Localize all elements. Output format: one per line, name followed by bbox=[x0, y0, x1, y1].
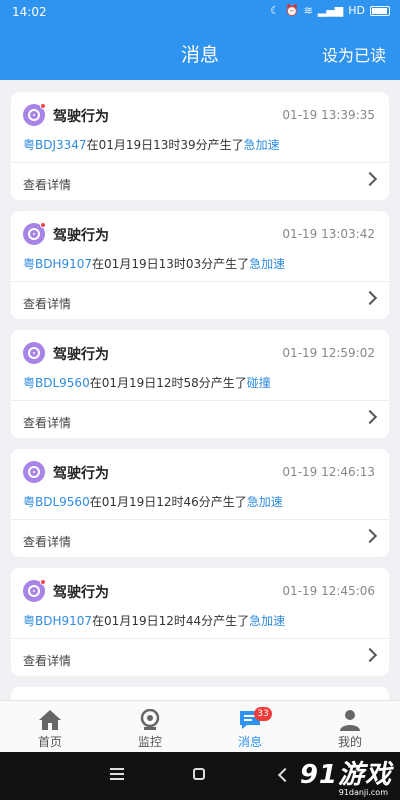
user-icon bbox=[340, 710, 360, 731]
message-description: 粤BDH9107在01月19日12时44分产生了急加速 bbox=[23, 612, 285, 629]
moon-icon: ☾ bbox=[270, 4, 280, 17]
message-description: 粤BDL9560在01月19日12时46分产生了急加速 bbox=[23, 493, 283, 510]
tab-label: 消息 bbox=[237, 735, 262, 749]
message-description: 粤BDJ3347在01月19日13时39分产生了急加速 bbox=[23, 136, 280, 153]
event-type: 急加速 bbox=[249, 257, 286, 271]
chevron-right-icon[interactable] bbox=[362, 409, 378, 425]
message-list: 驾驶行为 01-19 13:39:35 粤BDJ3347在01月19日13时39… bbox=[0, 80, 400, 700]
chevron-right-icon[interactable] bbox=[362, 171, 378, 187]
divider bbox=[11, 281, 389, 282]
unread-dot bbox=[40, 579, 46, 585]
message-card[interactable]: 驾驶行为 01-19 12:46:13 粤BDL9560在01月19日12时46… bbox=[11, 449, 389, 557]
message-time: 01-19 13:03:42 bbox=[282, 227, 375, 241]
tab-messages[interactable]: 消息 bbox=[200, 701, 300, 752]
message-time: 01-19 12:59:02 bbox=[282, 346, 375, 360]
back-icon[interactable] bbox=[277, 767, 293, 783]
tab-home[interactable]: 首页 bbox=[0, 701, 100, 752]
view-details-link[interactable]: 查看详情 bbox=[23, 295, 71, 312]
message-text: 在01月19日13时39分产生了 bbox=[86, 138, 244, 152]
home-icon bbox=[39, 710, 61, 730]
tab-label: 监控 bbox=[137, 735, 162, 749]
tab-label: 我的 bbox=[337, 735, 362, 749]
mark-read-button[interactable]: 设为已读 bbox=[322, 42, 386, 66]
plate-number: 粤BDH9107 bbox=[23, 614, 93, 628]
message-description: 粤BDL9560在01月19日12时58分产生了碰撞 bbox=[23, 374, 271, 391]
view-details-link[interactable]: 查看详情 bbox=[23, 414, 71, 431]
message-card[interactable]: 驾驶行为 01-19 13:39:35 粤BDJ3347在01月19日13时39… bbox=[11, 92, 389, 200]
message-text: 在01月19日12时44分产生了 bbox=[92, 614, 250, 628]
message-title: 驾驶行为 bbox=[53, 228, 109, 244]
status-bar: 14:02 ☾ ⏰ ≋ ▂▄▆ HD bbox=[0, 0, 400, 24]
message-text: 在01月19日12时58分产生了 bbox=[89, 376, 247, 390]
view-details-link[interactable]: 查看详情 bbox=[23, 176, 71, 193]
plate-number: 粤BDJ3347 bbox=[23, 138, 87, 152]
unread-dot bbox=[40, 103, 46, 109]
message-title: 驾驶行为 bbox=[53, 585, 109, 601]
message-text: 在01月19日12时46分产生了 bbox=[89, 495, 247, 509]
system-nav-bar: 91游戏 91danji.com bbox=[0, 752, 400, 800]
header: 消息 设为已读 bbox=[0, 24, 400, 80]
divider bbox=[11, 519, 389, 520]
network-type: HD bbox=[348, 4, 365, 17]
status-icons: ☾ ⏰ ≋ ▂▄▆ HD bbox=[270, 4, 390, 17]
status-time: 14:02 bbox=[12, 5, 47, 19]
divider bbox=[11, 400, 389, 401]
divider bbox=[11, 638, 389, 639]
tab-bar: 首页 监控 消息 我的 33 bbox=[0, 700, 400, 752]
message-time: 01-19 12:46:13 bbox=[282, 465, 375, 479]
message-card[interactable]: 驾驶行为 01-19 12:45:06 粤BDH9107在01月19日12时44… bbox=[11, 568, 389, 676]
wifi-icon: ≋ bbox=[303, 4, 313, 17]
message-title: 驾驶行为 bbox=[53, 466, 109, 482]
battery-icon bbox=[370, 5, 390, 16]
unread-dot bbox=[40, 222, 46, 228]
unread-badge: 33 bbox=[254, 707, 272, 721]
message-time: 01-19 13:39:35 bbox=[282, 108, 375, 122]
event-type: 急加速 bbox=[249, 614, 286, 628]
tab-label: 首页 bbox=[37, 735, 62, 749]
event-type: 急加速 bbox=[246, 495, 283, 509]
chevron-right-icon[interactable] bbox=[362, 290, 378, 306]
message-card-partial[interactable] bbox=[11, 687, 389, 700]
message-description: 粤BDH9107在01月19日13时03分产生了急加速 bbox=[23, 255, 285, 272]
steering-wheel-icon bbox=[23, 461, 45, 483]
menu-icon[interactable] bbox=[110, 768, 124, 780]
steering-wheel-icon bbox=[23, 342, 45, 364]
message-title: 驾驶行为 bbox=[53, 347, 109, 363]
signal-icon: ▂▄▆ bbox=[317, 4, 344, 17]
tab-profile[interactable]: 我的 bbox=[300, 701, 400, 752]
message-text: 在01月19日13时03分产生了 bbox=[92, 257, 250, 271]
watermark-logo: 91游戏 91danji.com bbox=[299, 754, 392, 797]
message-time: 01-19 12:45:06 bbox=[282, 584, 375, 598]
message-title: 驾驶行为 bbox=[53, 109, 109, 125]
view-details-link[interactable]: 查看详情 bbox=[23, 652, 71, 669]
chevron-right-icon[interactable] bbox=[362, 647, 378, 663]
watermark-main: 91游戏 bbox=[299, 760, 392, 790]
message-card[interactable]: 驾驶行为 01-19 12:59:02 粤BDL9560在01月19日12时58… bbox=[11, 330, 389, 438]
message-card[interactable]: 驾驶行为 01-19 13:03:42 粤BDH9107在01月19日13时03… bbox=[11, 211, 389, 319]
event-type: 急加速 bbox=[243, 138, 280, 152]
plate-number: 粤BDL9560 bbox=[23, 376, 90, 390]
home-button-icon[interactable] bbox=[193, 768, 205, 780]
tab-monitor[interactable]: 监控 bbox=[100, 701, 200, 752]
alarm-icon: ⏰ bbox=[284, 4, 299, 17]
divider bbox=[11, 162, 389, 163]
plate-number: 粤BDH9107 bbox=[23, 257, 93, 271]
view-details-link[interactable]: 查看详情 bbox=[23, 533, 71, 550]
camera-icon bbox=[140, 709, 160, 730]
chevron-right-icon[interactable] bbox=[362, 528, 378, 544]
watermark-sub: 91danji.com bbox=[338, 788, 388, 797]
event-type: 碰撞 bbox=[246, 376, 271, 390]
plate-number: 粤BDL9560 bbox=[23, 495, 90, 509]
